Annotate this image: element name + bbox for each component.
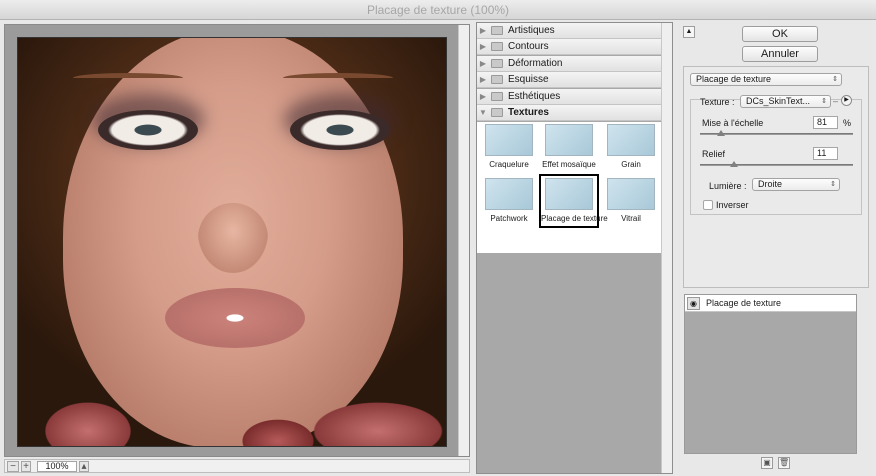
texture-label: Texture : <box>700 97 735 107</box>
folder-icon <box>491 26 503 35</box>
relief-label: Relief <box>702 149 726 159</box>
category-label: Déformation <box>508 58 563 69</box>
collapse-gallery-button[interactable]: ▲ <box>683 26 695 38</box>
scale-slider-handle[interactable] <box>717 130 726 136</box>
gallery-scrollbar[interactable] <box>661 23 672 473</box>
folder-icon <box>491 75 503 84</box>
effect-layer-item[interactable]: ◉ Placage de texture <box>685 295 856 312</box>
expand-icon: ▶ <box>479 26 487 35</box>
select-arrow-icon: ⇕ <box>830 181 836 188</box>
category-deformation[interactable]: ▶ Déformation <box>477 56 662 72</box>
relief-slider-handle[interactable] <box>729 161 738 167</box>
light-label: Lumière : <box>709 181 747 191</box>
scale-input[interactable]: 81 <box>813 116 838 129</box>
zoom-menu-button[interactable]: ▴ <box>79 460 89 472</box>
select-arrow-icon: ⇕ <box>832 76 838 83</box>
category-esquisse[interactable]: ▶ Esquisse <box>477 72 662 88</box>
select-arrow-icon: ⇕ <box>821 98 827 105</box>
invert-label: Inverser <box>716 200 749 210</box>
filter-thumbnail <box>545 124 593 156</box>
filter-vitrail[interactable]: Vitrail <box>601 178 661 223</box>
preview-scrollbar[interactable] <box>458 25 469 456</box>
filter-grain[interactable]: Grain <box>601 124 661 169</box>
texture-select[interactable]: DCs_SkinText... ⇕ <box>740 95 831 108</box>
category-label: Artistiques <box>508 25 555 36</box>
effect-layer-label: Placage de texture <box>706 298 782 308</box>
filter-thumbnail <box>485 178 533 210</box>
folder-icon <box>491 92 503 101</box>
expand-icon: ▶ <box>479 92 487 101</box>
filter-thumbnail <box>607 124 655 156</box>
effect-layers-panel: ◉ Placage de texture <box>684 294 857 454</box>
filter-select[interactable]: Placage de texture ⇕ <box>690 73 842 86</box>
relief-input[interactable]: 11 <box>813 147 838 160</box>
filter-thumbnail <box>545 178 593 210</box>
folder-icon <box>491 42 503 51</box>
folder-icon <box>491 59 503 68</box>
light-select[interactable]: Droite ⇕ <box>752 178 840 191</box>
filter-thumbnail <box>485 124 533 156</box>
new-effect-layer-icon[interactable]: ▣ <box>761 457 773 469</box>
expand-icon: ▶ <box>479 59 487 68</box>
filter-patchwork[interactable]: Patchwork <box>479 178 539 223</box>
zoom-bar: − + 100% ▴ <box>4 459 470 473</box>
ok-button[interactable]: OK <box>742 26 818 42</box>
collapse-icon: ▼ <box>479 108 487 117</box>
visibility-eye-icon[interactable]: ◉ <box>687 296 700 310</box>
scale-unit: % <box>843 118 852 128</box>
texture-menu-button[interactable]: ▶ <box>841 95 852 106</box>
category-label: Esthétiques <box>508 91 561 102</box>
window-title: Placage de texture (100%) <box>0 0 876 20</box>
expand-icon: ▶ <box>479 42 487 51</box>
filter-thumbnails: Craquelure Effet mosaïque Grain Patchwor… <box>477 122 662 253</box>
relief-slider[interactable] <box>700 161 853 167</box>
category-artistiques[interactable]: ▶ Artistiques <box>477 23 662 39</box>
filter-placage-de-texture[interactable]: Placage de texture <box>539 174 608 228</box>
preview-area[interactable] <box>4 24 470 457</box>
zoom-in-button[interactable]: + <box>21 460 31 472</box>
filter-gallery: ▶ Artistiques ▶ Contours ▶ Déformation ▶… <box>476 22 673 474</box>
category-label: Textures <box>508 107 549 118</box>
folder-icon <box>491 108 503 117</box>
filter-effet-mosaique[interactable]: Effet mosaïque <box>539 124 599 169</box>
category-textures[interactable]: ▼ Textures <box>477 105 662 121</box>
zoom-out-button[interactable]: − <box>7 460 19 472</box>
category-contours[interactable]: ▶ Contours <box>477 39 662 55</box>
scale-slider[interactable] <box>700 130 853 136</box>
filter-craquelure[interactable]: Craquelure <box>479 124 539 169</box>
expand-icon: ▶ <box>479 75 487 84</box>
filter-thumbnail <box>607 178 655 210</box>
category-esthetiques[interactable]: ▶ Esthétiques <box>477 89 662 105</box>
category-label: Esquisse <box>508 74 549 85</box>
scale-label: Mise à l'échelle <box>702 118 764 128</box>
separator: – <box>833 96 839 106</box>
cancel-button[interactable]: Annuler <box>742 46 818 62</box>
invert-checkbox[interactable] <box>703 200 713 210</box>
delete-effect-layer-icon[interactable]: 🗑 <box>778 457 790 469</box>
zoom-value[interactable]: 100% <box>37 460 77 472</box>
preview-image <box>17 37 447 447</box>
category-label: Contours <box>508 41 549 52</box>
